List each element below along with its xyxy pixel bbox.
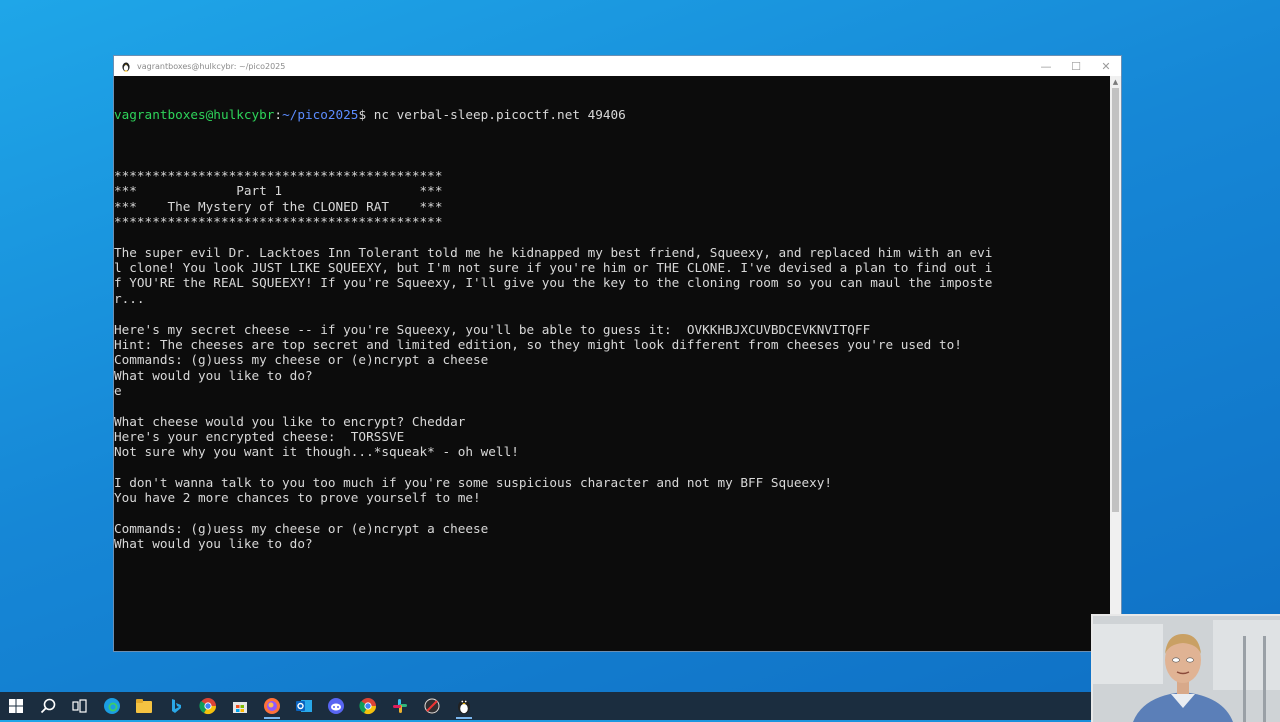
scroll-up-icon[interactable]: ▲	[1110, 78, 1121, 86]
terminal-line: Commands: (g)uess my cheese or (e)ncrypt…	[114, 352, 489, 368]
start-icon[interactable]	[0, 692, 32, 720]
terminal-line: I don't wanna talk to you too much if yo…	[114, 474, 833, 490]
terminal-line: The super evil Dr. Lacktoes Inn Tolerant…	[114, 244, 993, 260]
command-text: nc verbal-sleep.picoctf.net 49406	[373, 106, 626, 122]
linux-terminal-icon[interactable]	[448, 692, 480, 720]
prompt-separator: :	[274, 106, 283, 122]
slack-icon[interactable]	[384, 692, 416, 720]
obs-icon[interactable]	[416, 692, 448, 720]
terminal-line: f YOU'RE the REAL SQUEEXY! If you're Squ…	[114, 275, 993, 291]
terminal-line: Hint: The cheeses are top secret and lim…	[114, 336, 962, 352]
tux-icon	[120, 60, 132, 72]
terminal-line: e	[114, 382, 122, 398]
terminal-line: What would you like to do?	[114, 367, 313, 383]
bing-icon[interactable]	[160, 692, 192, 720]
edge-icon[interactable]	[96, 692, 128, 720]
terminal-line: Here's your encrypted cheese: TORSSVE	[114, 428, 405, 444]
window-title: vagrantboxes@hulkcybr: ~/pico2025	[137, 61, 286, 71]
terminal-lines: ****************************************…	[114, 153, 1110, 552]
maximize-button[interactable]: ☐	[1061, 56, 1091, 76]
presenter-video	[1093, 616, 1280, 722]
chrome-icon[interactable]	[192, 692, 224, 720]
terminal-line: Commands: (g)uess my cheese or (e)ncrypt…	[114, 520, 489, 536]
terminal-output[interactable]: vagrantboxes@hulkcybr:~/pico2025$ nc ver…	[114, 76, 1110, 651]
chrome-alt-icon[interactable]	[352, 692, 384, 720]
minimize-button[interactable]: —	[1031, 56, 1061, 76]
terminal-line: You have 2 more chances to prove yoursel…	[114, 490, 481, 506]
terminal-line: Here's my secret cheese -- if you're Squ…	[114, 321, 871, 337]
terminal-line: What would you like to do?	[114, 536, 313, 552]
terminal-line: What cheese would you like to encrypt? C…	[114, 413, 466, 429]
scrollbar[interactable]: ▲	[1110, 76, 1121, 651]
prompt-user: vagrantboxes@hulkcybr	[114, 106, 275, 122]
terminal-line: r...	[114, 290, 145, 306]
scrollbar-thumb[interactable]	[1112, 88, 1119, 512]
terminal-line: *** The Mystery of the CLONED RAT ***	[114, 198, 443, 214]
task-view-icon[interactable]	[64, 692, 96, 720]
terminal-line: Not sure why you want it though...*squea…	[114, 444, 519, 460]
search-icon[interactable]	[32, 692, 64, 720]
terminal-line: ****************************************…	[114, 214, 443, 230]
outlook-icon[interactable]	[288, 692, 320, 720]
file-explorer-icon[interactable]	[128, 692, 160, 720]
terminal-line: *** Part 1 ***	[114, 183, 443, 199]
title-bar[interactable]: vagrantboxes@hulkcybr: ~/pico2025 — ☐ ✕	[114, 56, 1121, 76]
prompt-end: $	[358, 106, 374, 122]
firefox-icon[interactable]	[256, 692, 288, 720]
webcam-overlay	[1091, 614, 1280, 722]
close-button[interactable]: ✕	[1091, 56, 1121, 76]
taskbar	[0, 692, 1280, 720]
terminal-line: l clone! You look JUST LIKE SQUEEXY, but…	[114, 260, 993, 276]
prompt-line: vagrantboxes@hulkcybr:~/pico2025$ nc ver…	[114, 107, 1110, 122]
store-icon[interactable]	[224, 692, 256, 720]
prompt-path: ~/pico2025	[282, 106, 359, 122]
discord-icon[interactable]	[320, 692, 352, 720]
terminal-line: ****************************************…	[114, 168, 443, 184]
terminal-window[interactable]: vagrantboxes@hulkcybr: ~/pico2025 — ☐ ✕ …	[113, 55, 1122, 652]
